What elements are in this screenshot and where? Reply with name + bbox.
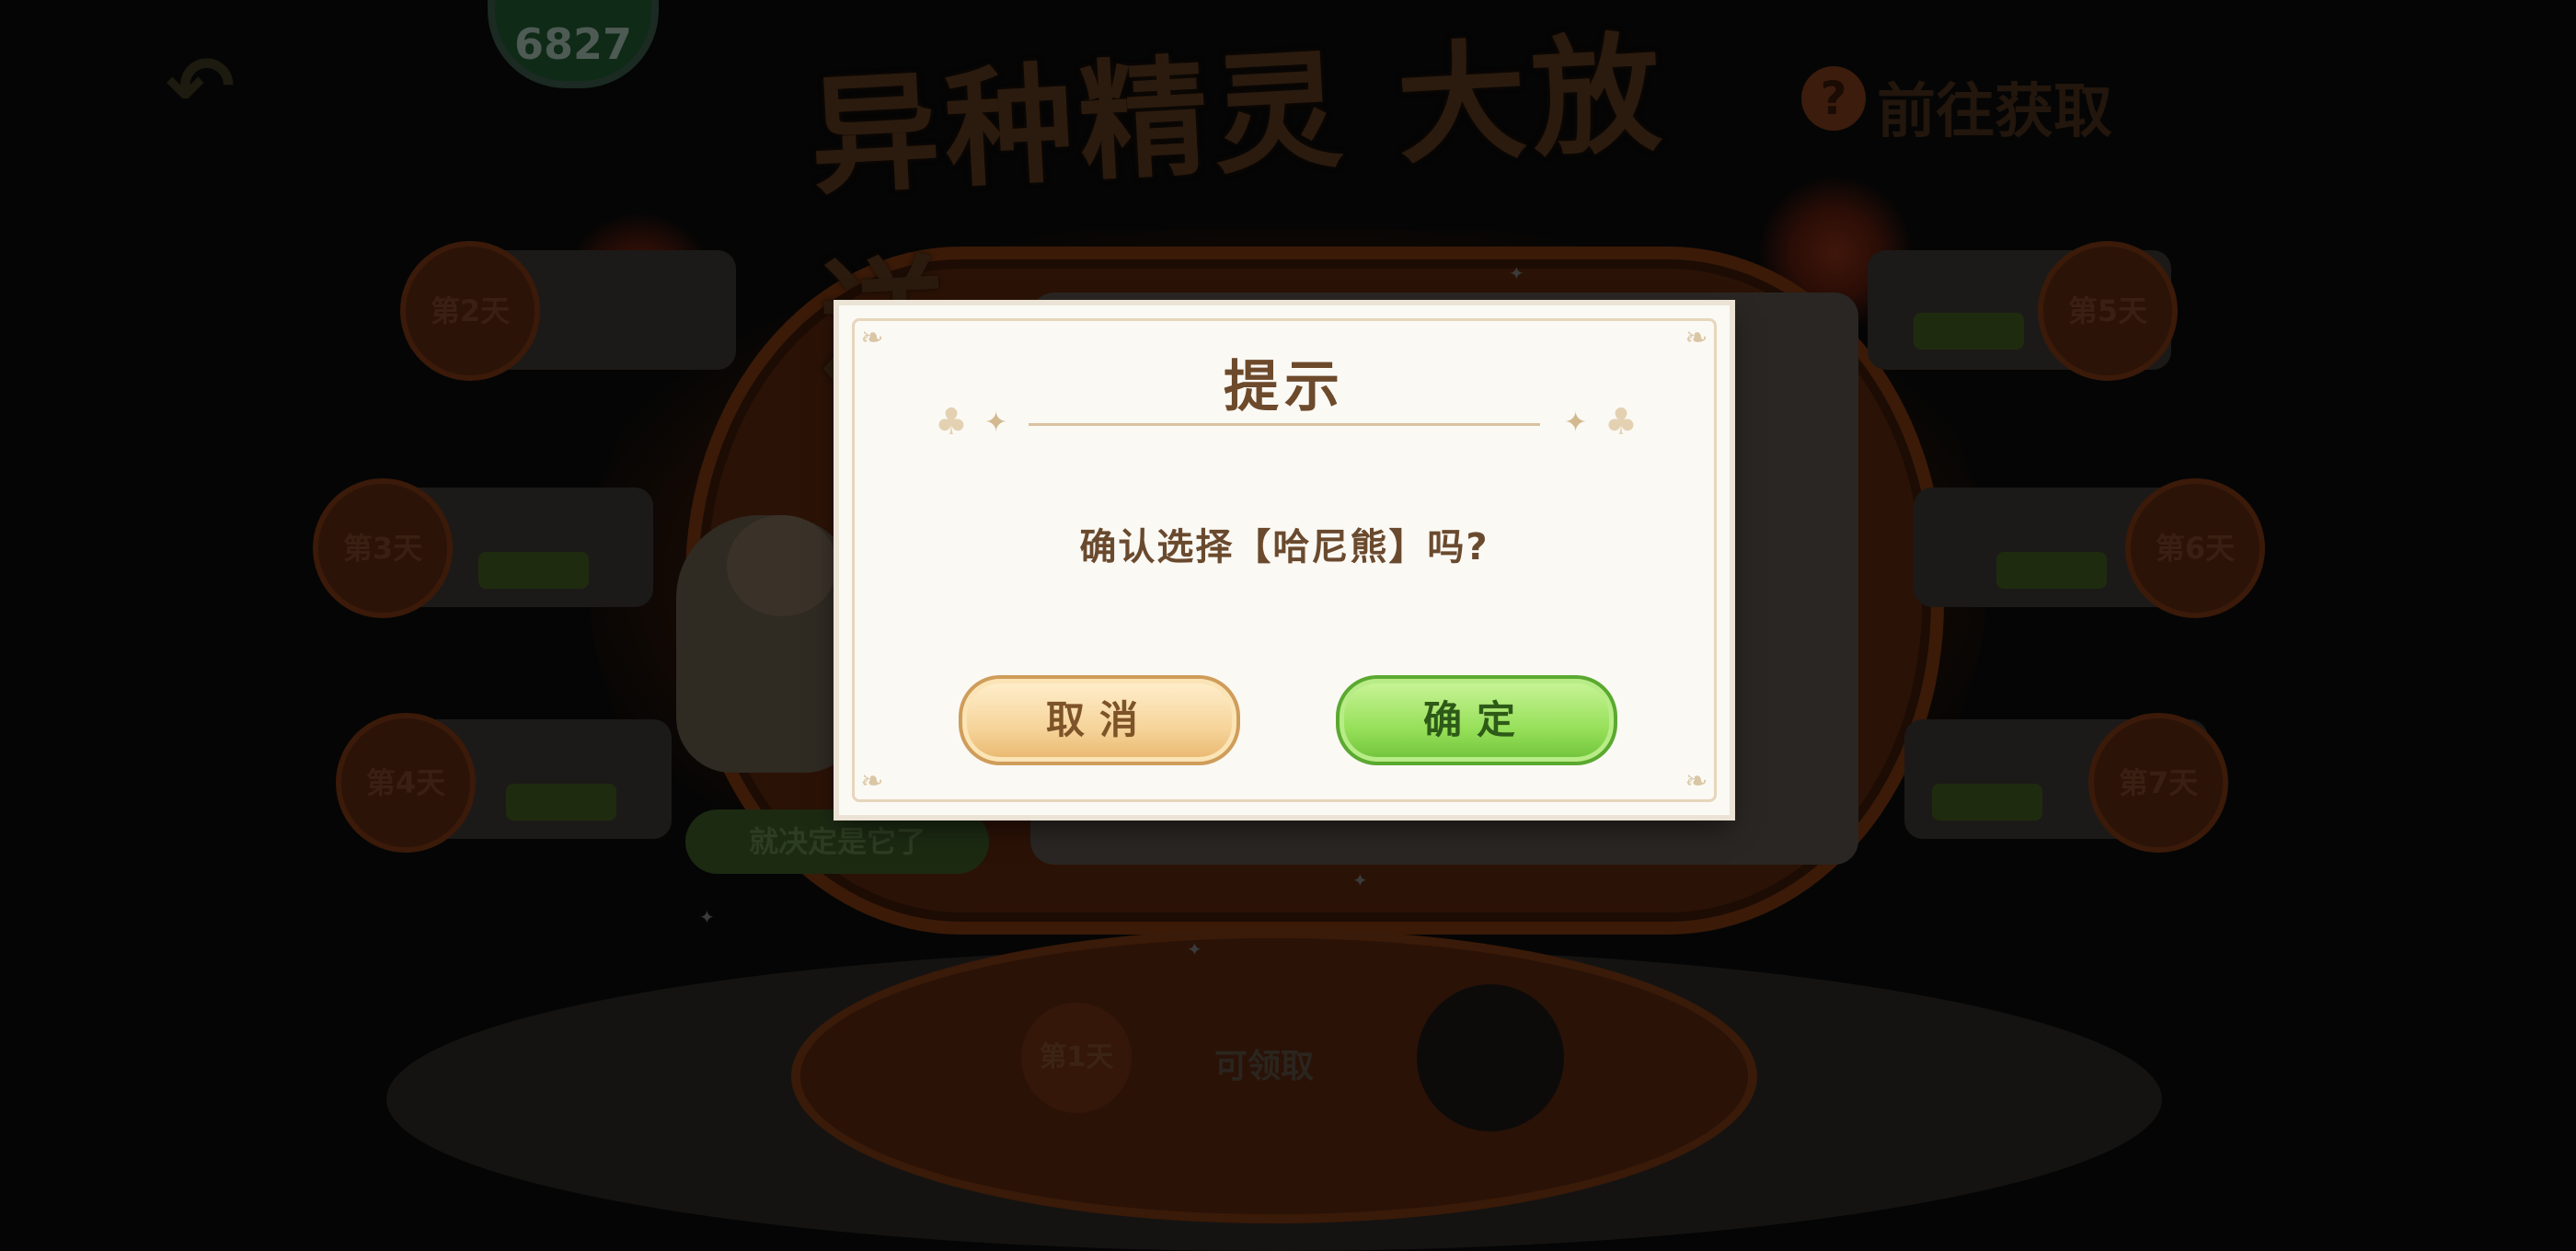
day-reward-tag: [1996, 552, 2107, 589]
day-badge: 第6天: [2125, 478, 2265, 618]
dialog-title: 提示: [1224, 355, 1345, 419]
confirm-dialog: ❧ ❧ ❧ ❧ 提示 ♣ ✦ ✦ ♣ 确认选择【哈尼熊】吗? 取消 确定: [839, 305, 1730, 815]
cancel-button[interactable]: 取消: [959, 675, 1240, 765]
help-icon[interactable]: ?: [1801, 66, 1866, 131]
day-reward-tag: [1932, 784, 2042, 821]
bottom-pet-avatar: [1417, 984, 1564, 1131]
confirm-button-label: 确定: [1422, 697, 1530, 742]
day-badge: 第7天: [2088, 713, 2228, 853]
currency-badge: 6827: [488, 0, 659, 88]
day-reward-tag: [478, 552, 589, 589]
star-icon: ✦: [1564, 407, 1588, 439]
day-reward-tag: [506, 784, 616, 821]
clover-icon: ♣: [935, 401, 968, 443]
sparkle-icon: ✦: [699, 906, 715, 928]
day-badge: 第5天: [2038, 241, 2178, 381]
sparkle-icon: ✦: [1352, 869, 1368, 891]
back-arrow-icon[interactable]: ↶: [166, 46, 267, 129]
cancel-button-label: 取消: [1045, 697, 1153, 742]
day-badge: 第4天: [336, 713, 476, 853]
corner-ornament-icon: ❧: [1685, 765, 1708, 798]
star-icon: ✦: [984, 407, 1008, 439]
dialog-message: 确认选择【哈尼熊】吗?: [1079, 526, 1489, 568]
day-badge: 第2天: [400, 241, 540, 381]
side-link[interactable]: 前往获取: [1877, 64, 2112, 149]
sparkle-icon: ✦: [1509, 262, 1524, 284]
day-badge: 第3天: [313, 478, 453, 618]
choose-pet-banner[interactable]: 就决定是它了: [685, 809, 989, 874]
bottom-status-text: 可领取: [1214, 1048, 1315, 1085]
pet-head: [727, 515, 837, 616]
confirm-button[interactable]: 确定: [1336, 675, 1617, 765]
corner-ornament-icon: ❧: [860, 765, 884, 798]
event-title: 异种精灵 大放送: [806, 18, 1670, 399]
title-divider: [1029, 423, 1540, 426]
clover-icon: ♣: [1604, 401, 1638, 443]
sparkle-icon: ✦: [1187, 938, 1202, 960]
day-badge: 第1天: [1021, 1003, 1132, 1113]
day-reward-tag: [1914, 313, 2024, 350]
